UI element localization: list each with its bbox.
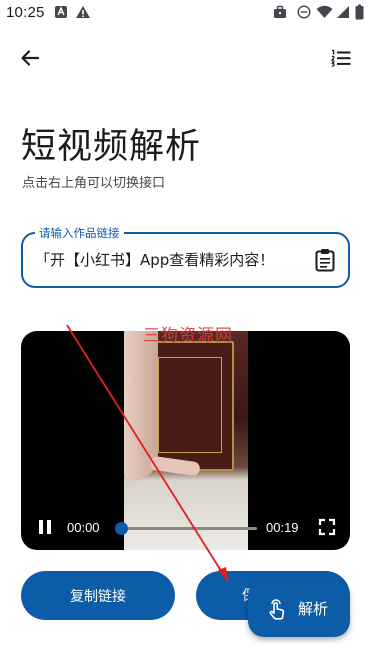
copy-link-button[interactable]: 复制链接 bbox=[21, 571, 175, 620]
do-not-disturb-icon bbox=[297, 5, 311, 19]
battery-icon bbox=[355, 4, 364, 20]
back-button[interactable] bbox=[14, 42, 46, 74]
parse-fab[interactable]: 解析 bbox=[248, 580, 350, 637]
format-list-numbered-icon bbox=[331, 49, 351, 67]
video-player[interactable]: 00:00 00:19 bbox=[21, 331, 350, 550]
warning-icon bbox=[76, 6, 90, 18]
wifi-icon bbox=[316, 5, 333, 18]
paste-button[interactable] bbox=[312, 246, 338, 274]
current-time: 00:00 bbox=[67, 520, 100, 535]
fullscreen-button[interactable] bbox=[318, 518, 336, 536]
total-time: 00:19 bbox=[266, 520, 299, 535]
briefcase-icon bbox=[274, 5, 286, 18]
pause-button[interactable] bbox=[35, 517, 55, 537]
link-input-field[interactable]: 请输入作品链接 「开【小红书】App查看精彩内容！ bbox=[21, 225, 350, 288]
fullscreen-icon bbox=[318, 518, 336, 536]
pause-icon bbox=[39, 520, 51, 534]
status-time: 10:25 bbox=[6, 4, 45, 21]
status-bar: 10:25 bbox=[0, 0, 371, 26]
page-subtitle: 点击右上角可以切换接口 bbox=[22, 176, 166, 191]
switch-api-button[interactable] bbox=[325, 42, 357, 74]
link-input-label: 请输入作品链接 bbox=[35, 225, 124, 241]
arrow-back-icon bbox=[21, 50, 40, 66]
progress-thumb[interactable] bbox=[114, 522, 128, 535]
signal-icon bbox=[337, 6, 349, 18]
touch-icon bbox=[269, 598, 285, 620]
video-door-scene bbox=[146, 341, 234, 471]
video-controls: 00:00 00:19 bbox=[21, 506, 350, 550]
page-title: 短视频解析 bbox=[21, 127, 202, 167]
app-notification-icon bbox=[55, 6, 67, 18]
progress-track[interactable] bbox=[114, 522, 257, 535]
link-input-value[interactable]: 「开【小红书】App查看精彩内容！ bbox=[35, 249, 305, 270]
clipboard-icon bbox=[315, 249, 335, 272]
app-bar bbox=[0, 38, 371, 78]
watermark-text: 三狗资源网 bbox=[143, 326, 233, 346]
parse-fab-label: 解析 bbox=[298, 600, 329, 618]
